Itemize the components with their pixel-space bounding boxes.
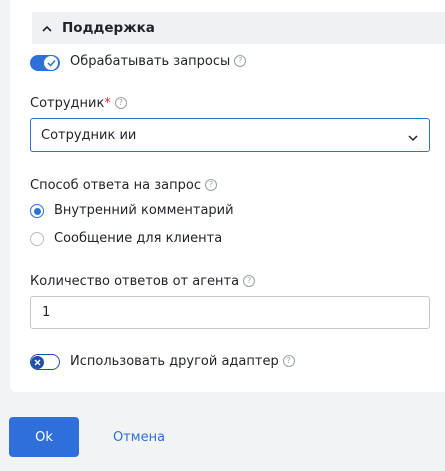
agent-replies-label-text: Количество ответов от агента [30, 274, 240, 289]
reply-method-label: Способ ответа на запрос? [30, 178, 217, 193]
employee-select-value: Сотрудник ии [41, 127, 137, 143]
section-title: Поддержка [62, 20, 155, 36]
help-icon[interactable]: ? [234, 54, 247, 67]
radio-client-message[interactable] [30, 232, 44, 246]
chevron-down-icon [407, 129, 419, 142]
close-icon [31, 355, 44, 369]
help-icon[interactable]: ? [114, 96, 127, 109]
other-adapter-toggle[interactable] [30, 354, 60, 370]
employee-label-text: Сотрудник [30, 96, 105, 111]
agent-replies-input[interactable]: 1 [30, 296, 430, 329]
ok-button[interactable]: Ok [9, 417, 79, 457]
section-header-support[interactable]: Поддержка [32, 12, 445, 44]
reply-method-label-text: Способ ответа на запрос [30, 178, 201, 193]
other-adapter-label-text: Использовать другой адаптер [70, 354, 279, 369]
required-mark: * [104, 96, 111, 111]
employee-select[interactable]: Сотрудник ии [30, 118, 430, 152]
cancel-button[interactable]: Отмена [100, 417, 178, 457]
process-requests-label: Обрабатывать запросы? [70, 54, 247, 69]
help-icon[interactable]: ? [282, 354, 295, 367]
help-icon[interactable]: ? [204, 178, 217, 191]
radio-internal-comment-label[interactable]: Внутренний комментарий [54, 203, 234, 218]
radio-client-message-label[interactable]: Сообщение для клиента [54, 231, 222, 246]
process-requests-toggle[interactable] [30, 55, 60, 71]
chevron-up-icon[interactable] [40, 21, 54, 35]
other-adapter-label: Использовать другой адаптер? [70, 354, 295, 369]
help-icon[interactable]: ? [243, 274, 256, 287]
employee-label: Сотрудник*? [30, 96, 127, 111]
check-icon [44, 56, 58, 70]
radio-internal-comment[interactable] [30, 204, 44, 218]
agent-replies-label: Количество ответов от агента? [30, 274, 256, 289]
process-requests-text: Обрабатывать запросы [70, 54, 231, 69]
